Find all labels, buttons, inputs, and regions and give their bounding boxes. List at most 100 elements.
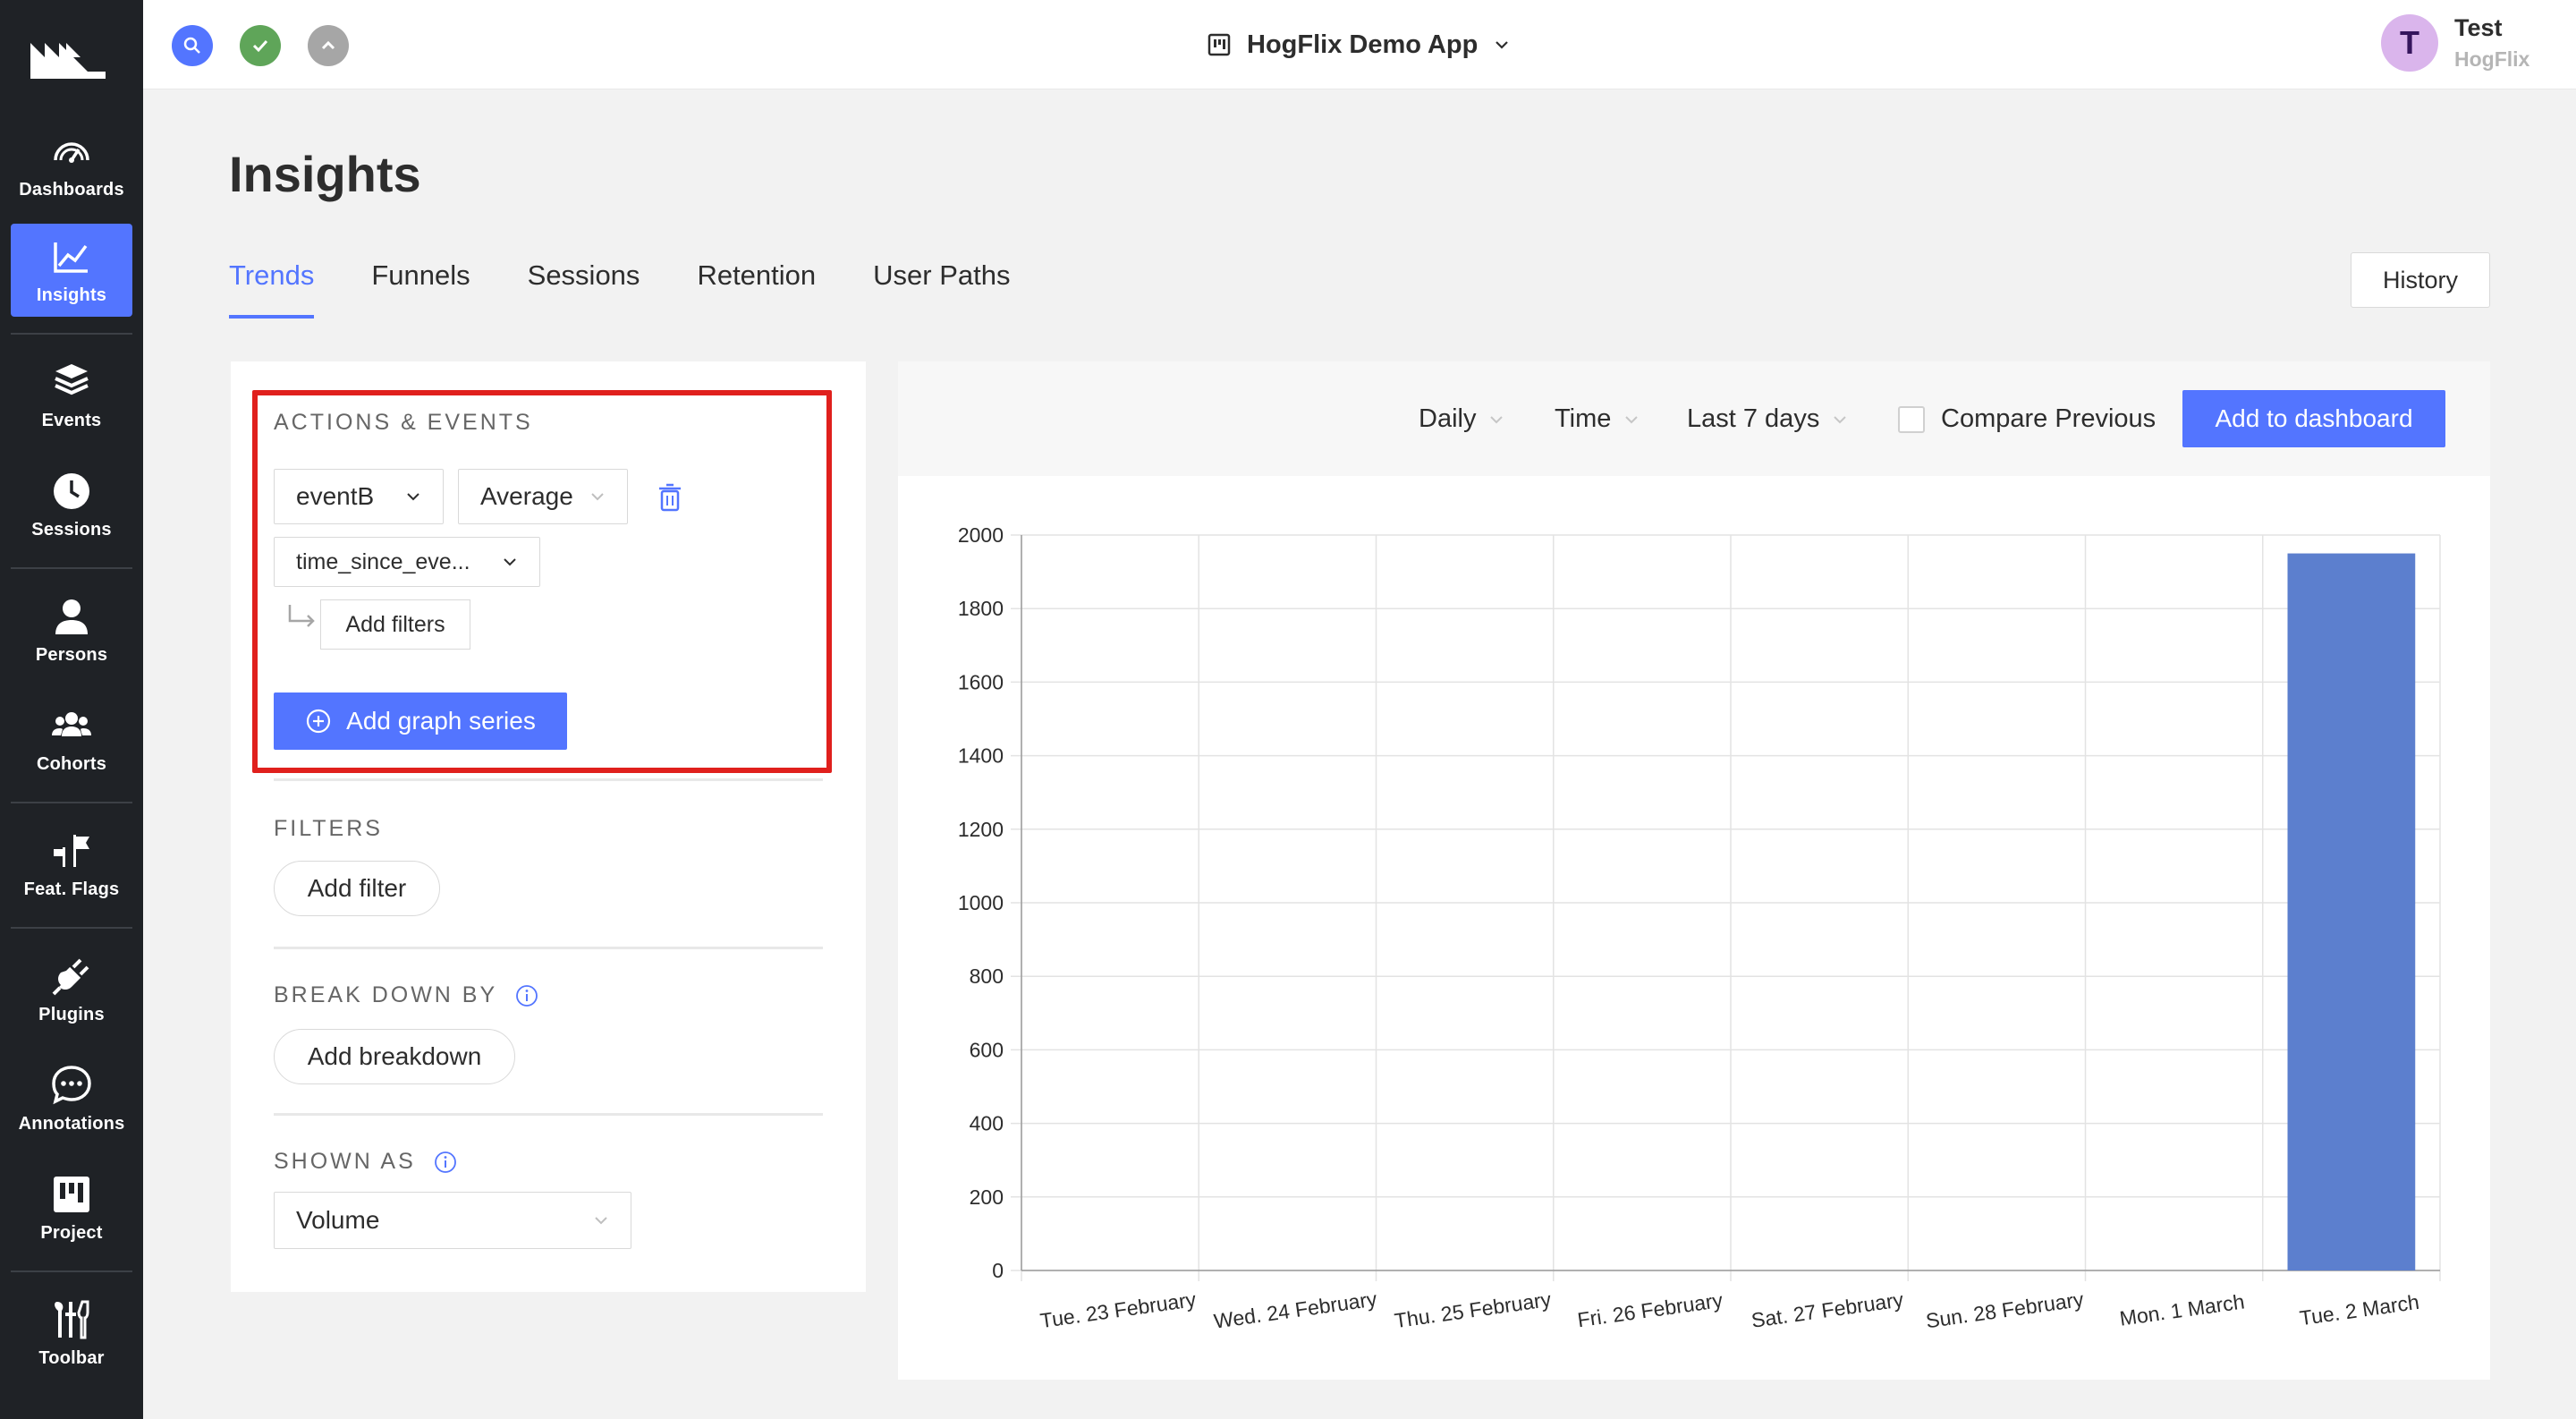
section-divider	[274, 778, 823, 781]
actions-events-title: ACTIONS & EVENTS	[274, 410, 533, 435]
chevron-down-icon	[407, 493, 419, 501]
sidebar-item-label: Feat. Flags	[23, 879, 120, 899]
breakdown-title: BREAK DOWN BY	[274, 982, 538, 1008]
history-button[interactable]: History	[2351, 252, 2490, 308]
trend-chart: 0 200 400 600 800 1000 1200 1400 1600 1800 2000 Tue…	[958, 523, 2441, 1333]
filters-title: FILTERS	[274, 816, 383, 841]
tab-user-paths[interactable]: User Paths	[873, 259, 1010, 319]
sidebar-item-toolbar[interactable]: Toolbar	[11, 1287, 132, 1380]
x-tick-label: Tue. 2 March	[2298, 1290, 2420, 1330]
shown-as-select[interactable]: Volume	[274, 1192, 631, 1249]
date-range-value: Last 7 days	[1687, 404, 1820, 433]
sidebar-item-label: Annotations	[18, 1113, 125, 1134]
y-tick-label: 1400	[958, 744, 1004, 768]
sidebar-item-label: Persons	[35, 644, 108, 665]
sidebar-item-persons[interactable]: Persons	[11, 583, 132, 676]
y-tick-label: 1800	[958, 597, 1004, 620]
clock-icon	[54, 472, 89, 509]
x-tick-label: Wed. 24 February	[1213, 1287, 1379, 1332]
time-select[interactable]: Time	[1555, 404, 1640, 434]
time-value: Time	[1555, 404, 1612, 433]
chevron-up-icon	[321, 40, 335, 50]
interval-select[interactable]: Daily	[1419, 404, 1504, 434]
chevron-down-icon	[1625, 415, 1639, 423]
y-tick-label: 800	[970, 964, 1004, 988]
user-name: Test	[2454, 14, 2503, 41]
add-filters-button[interactable]: Add filters	[320, 599, 470, 650]
event-select[interactable]: eventB	[274, 469, 444, 524]
chevron-down-icon	[595, 1217, 607, 1225]
sidebar-item-events[interactable]: Events	[11, 349, 132, 442]
chevron-down-icon	[1490, 415, 1504, 423]
chart-toolbar: Daily Time Last 7 days Compare Previous …	[898, 361, 2490, 476]
sidebar-item-feature-flags[interactable]: Feat. Flags	[11, 818, 132, 911]
project-icon	[54, 1176, 89, 1212]
x-tick-label: Sat. 27 February	[1750, 1287, 1905, 1332]
x-tick-label: Fri. 26 February	[1576, 1288, 1724, 1332]
tab-sessions[interactable]: Sessions	[528, 259, 640, 319]
compare-checkbox[interactable]	[1898, 405, 1925, 433]
add-breakdown-button[interactable]: Add breakdown	[274, 1029, 515, 1084]
sidebar-item-dashboards[interactable]: Dashboards	[11, 118, 132, 211]
status-check-button[interactable]	[240, 25, 281, 66]
date-range-select[interactable]: Last 7 days	[1687, 404, 1848, 434]
plus-circle-icon	[307, 709, 331, 734]
page-title: Insights	[229, 146, 421, 202]
tab-retention[interactable]: Retention	[697, 259, 816, 319]
tab-funnels[interactable]: Funnels	[371, 259, 470, 319]
project-icon	[1208, 33, 1231, 56]
sidebar-item-label: Sessions	[31, 519, 112, 540]
sidebar-item-plugins[interactable]: Plugins	[11, 943, 132, 1036]
sidebar-item-label: Insights	[36, 285, 107, 305]
shown-as-title-text: SHOWN AS	[274, 1149, 416, 1174]
breakdown-title-text: BREAK DOWN BY	[274, 982, 497, 1007]
compare-label: Compare Previous	[1941, 404, 2157, 433]
section-divider	[274, 947, 823, 949]
sidebar-item-label: Project	[40, 1222, 103, 1243]
sidebar-item-label: Plugins	[38, 1004, 105, 1024]
check-icon	[252, 39, 268, 53]
query-panel: ACTIONS & EVENTS eventB Average time_sin…	[231, 361, 866, 1292]
tab-trends[interactable]: Trends	[229, 259, 315, 319]
y-tick-label: 1200	[958, 818, 1004, 841]
chevron-down-icon	[504, 558, 516, 566]
sidebar: Dashboards Insights Events Sessions Pers…	[0, 0, 143, 1419]
sidebar-divider	[11, 1270, 132, 1272]
add-filter-button[interactable]: Add filter	[274, 861, 440, 916]
property-select[interactable]: time_since_eve...	[274, 537, 540, 587]
events-icon	[55, 363, 89, 395]
chevron-down-icon	[1496, 41, 1509, 49]
info-icon[interactable]	[515, 984, 538, 1007]
sidebar-divider	[11, 802, 132, 803]
sidebar-item-annotations[interactable]: Annotations	[11, 1052, 132, 1145]
y-tick-label: 0	[992, 1259, 1004, 1282]
updates-button[interactable]	[308, 25, 349, 66]
event-select-value: eventB	[296, 482, 375, 510]
sidebar-item-insights[interactable]: Insights	[11, 224, 132, 317]
compare-previous-toggle[interactable]: Compare Previous	[1898, 404, 2156, 434]
x-tick-label: Thu. 25 February	[1393, 1287, 1553, 1332]
user-organization: HogFlix	[2454, 47, 2530, 71]
project-switcher[interactable]: HogFlix Demo App	[1208, 27, 1510, 63]
sidebar-item-label: Events	[41, 410, 102, 430]
y-tick-label: 400	[970, 1112, 1004, 1135]
insight-tabs: Trends Funnels Sessions Retention User P…	[229, 259, 1068, 319]
avatar: T	[2381, 14, 2438, 72]
add-to-dashboard-button[interactable]: Add to dashboard	[2182, 390, 2445, 447]
toolbar-icon	[55, 1300, 89, 1338]
add-graph-series-label: Add graph series	[346, 707, 536, 735]
posthog-logo[interactable]	[27, 30, 109, 82]
info-icon[interactable]	[434, 1151, 457, 1174]
search-icon	[183, 37, 200, 54]
add-graph-series-button[interactable]: Add graph series	[274, 693, 567, 750]
search-button[interactable]	[172, 25, 213, 66]
math-select[interactable]: Average	[458, 469, 628, 524]
sidebar-item-cohorts[interactable]: Cohorts	[11, 693, 132, 786]
user-menu[interactable]: T Test HogFlix	[2381, 14, 2529, 72]
sidebar-item-project[interactable]: Project	[11, 1161, 132, 1254]
trash-icon[interactable]	[657, 483, 683, 512]
x-tick-label: Mon. 1 March	[2118, 1289, 2246, 1330]
sidebar-item-sessions[interactable]: Sessions	[11, 458, 132, 551]
sidebar-divider	[11, 927, 132, 929]
chart-panel: Daily Time Last 7 days Compare Previous …	[898, 361, 2490, 1380]
